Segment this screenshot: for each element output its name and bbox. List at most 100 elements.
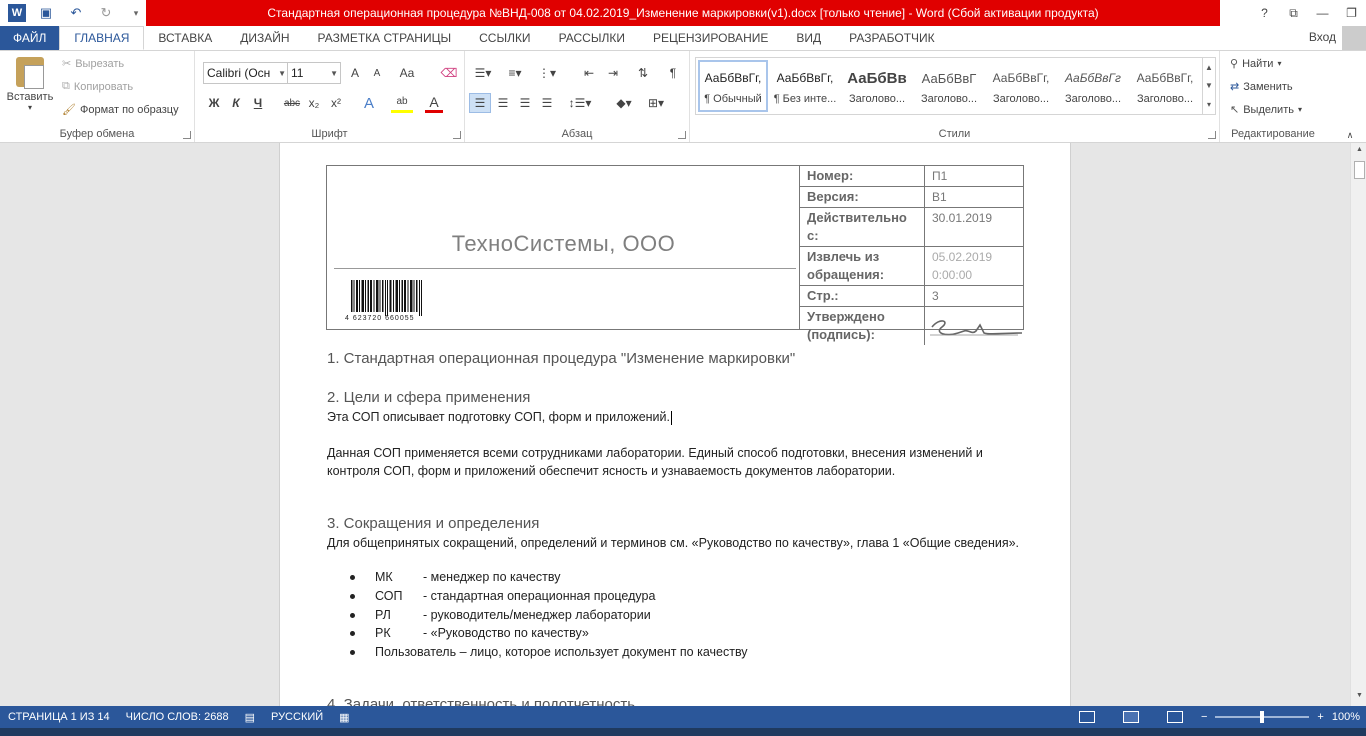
tab-mailings[interactable]: РАССЫЛКИ — [545, 26, 639, 50]
replace-button[interactable]: ⇄ Заменить — [1230, 80, 1293, 94]
paragraph-2[interactable]: Данная СОП применяется всеми сотрудникам… — [327, 444, 1027, 480]
font-name-combo[interactable]: Calibri (Осн ▼ — [203, 62, 289, 84]
style-heading-2[interactable]: АаБбВвГ Заголово... — [914, 60, 984, 112]
paste-button[interactable]: Вставить ▾ — [5, 57, 55, 112]
list-item[interactable]: РК - «Руководство по качеству» — [350, 626, 589, 640]
subscript-button[interactable]: x₂ — [305, 93, 323, 113]
font-launcher-icon[interactable] — [453, 131, 461, 139]
increase-indent-icon[interactable]: ⇥ — [603, 63, 623, 83]
find-button[interactable]: ⚲ Найти ▾ — [1230, 57, 1281, 71]
clipboard-launcher-icon[interactable] — [183, 131, 191, 139]
redo-icon[interactable]: ↻ — [96, 3, 116, 23]
zoom-out-icon[interactable]: − — [1201, 711, 1207, 723]
tab-developer[interactable]: РАЗРАБОТЧИК — [835, 26, 949, 50]
tab-view[interactable]: ВИД — [782, 26, 835, 50]
underline-button[interactable]: Ч — [249, 93, 267, 113]
paragraph-1[interactable]: Эта СОП описывает подготовку СОП, форм и… — [327, 408, 1027, 426]
scroll-thumb[interactable] — [1354, 161, 1365, 179]
styles-scroll[interactable]: ▲ ▼ ▾ — [1203, 57, 1216, 115]
borders-icon[interactable]: ⊞▾ — [643, 93, 669, 113]
macro-icon[interactable]: ▦ — [331, 711, 357, 724]
superscript-button[interactable]: x² — [327, 93, 345, 113]
font-size-combo[interactable]: 11 ▼ — [287, 62, 341, 84]
proofing-icon[interactable]: ▤ — [237, 711, 263, 724]
decrease-indent-icon[interactable]: ⇤ — [579, 63, 599, 83]
web-layout-icon[interactable] — [1166, 711, 1183, 723]
scroll-down-icon[interactable]: ▼ — [1354, 692, 1365, 703]
select-button[interactable]: ↖ Выделить ▾ — [1230, 103, 1302, 117]
zoom-level[interactable]: 100% — [1332, 711, 1360, 723]
show-marks-icon[interactable]: ¶ — [663, 63, 683, 83]
list-item[interactable]: РЛ - руководитель/менеджер лаборатории — [350, 608, 651, 622]
paragraph-launcher-icon[interactable] — [678, 131, 686, 139]
word-count[interactable]: ЧИСЛО СЛОВ: 2688 — [118, 711, 237, 723]
numbering-icon[interactable]: ≡▾ — [503, 63, 527, 83]
strikethrough-button[interactable]: abc — [281, 93, 303, 113]
justify-icon[interactable]: ☰ — [537, 93, 557, 113]
undo-icon[interactable]: ↶ — [66, 3, 86, 23]
print-layout-icon[interactable] — [1122, 711, 1139, 723]
style-normal[interactable]: АаБбВвГг, ¶ Обычный — [698, 60, 768, 112]
grow-font-button[interactable]: A — [345, 63, 365, 83]
text-effects-button[interactable]: A — [359, 93, 379, 113]
shrink-font-button[interactable]: A — [367, 63, 387, 83]
copy-button[interactable]: ⧉ Копировать — [62, 80, 133, 93]
align-right-icon[interactable]: ☰ — [515, 93, 535, 113]
minimize-button[interactable]: — — [1308, 0, 1337, 26]
bullets-icon[interactable]: ☰▾ — [471, 63, 495, 83]
sign-in-link[interactable]: Вход — [1309, 30, 1336, 44]
tab-references[interactable]: ССЫЛКИ — [465, 26, 544, 50]
list-item[interactable]: МК - менеджер по качеству — [350, 570, 560, 584]
align-center-icon[interactable]: ☰ — [493, 93, 513, 113]
page-count[interactable]: СТРАНИЦА 1 ИЗ 14 — [0, 711, 118, 723]
tab-layout[interactable]: РАЗМЕТКА СТРАНИЦЫ — [304, 26, 466, 50]
avatar[interactable] — [1342, 26, 1366, 50]
styles-gallery: АаБбВвГг, ¶ Обычный АаБбВвГг, ¶ Без инте..… — [695, 57, 1203, 115]
ribbon-display-button[interactable]: ⧉ — [1279, 0, 1308, 26]
multilevel-list-icon[interactable]: ⋮▾ — [535, 63, 559, 83]
more-styles-icon[interactable]: ▾ — [1207, 100, 1211, 109]
list-item[interactable]: Пользователь – лицо, которое использует … — [350, 645, 748, 659]
zoom-slider[interactable] — [1215, 711, 1310, 723]
style-heading-3[interactable]: АаБбВвГг, Заголово... — [986, 60, 1056, 112]
language[interactable]: РУССКИЙ — [263, 711, 331, 723]
chevron-down-icon[interactable]: ▼ — [1205, 81, 1213, 90]
vertical-scrollbar[interactable]: ▲ ▼ — [1350, 143, 1366, 706]
read-mode-icon[interactable] — [1078, 711, 1095, 723]
customize-qat-icon[interactable]: ▾ — [126, 3, 146, 23]
align-left-icon[interactable]: ☰ — [469, 93, 491, 113]
document-page[interactable]: ТехноСистемы, ООО 4 623720 660055 Номер:… — [279, 143, 1071, 706]
tab-home[interactable]: ГЛАВНАЯ — [59, 26, 145, 50]
tab-insert[interactable]: ВСТАВКА — [144, 26, 226, 50]
highlight-button[interactable]: ab — [391, 93, 413, 113]
style-heading-1[interactable]: АаБбВв Заголово... — [842, 60, 912, 112]
tab-file[interactable]: ФАЙЛ — [0, 26, 60, 50]
clear-formatting-icon[interactable]: ⌫ — [439, 63, 459, 83]
help-button[interactable]: ? — [1250, 0, 1279, 26]
style-no-spacing[interactable]: АаБбВвГг, ¶ Без инте... — [770, 60, 840, 112]
change-case-button[interactable]: Aa — [395, 63, 419, 83]
chevron-up-icon[interactable]: ▲ — [1205, 63, 1213, 72]
scroll-up-icon[interactable]: ▲ — [1354, 146, 1365, 157]
word-logo-icon[interactable]: W — [8, 4, 26, 22]
bold-button[interactable]: Ж — [205, 93, 223, 113]
format-painter-button[interactable]: 🖌 Формат по образцу — [62, 103, 179, 117]
italic-button[interactable]: К — [227, 93, 245, 113]
zoom-slider-thumb[interactable] — [1260, 711, 1265, 723]
style-heading-4[interactable]: АаБбВвГг Заголово... — [1058, 60, 1128, 112]
styles-launcher-icon[interactable] — [1208, 131, 1216, 139]
list-item[interactable]: СОП - стандартная операционная процедура — [350, 589, 655, 603]
line-spacing-icon[interactable]: ↕☰▾ — [565, 93, 595, 113]
paragraph-3[interactable]: Для общепринятых сокращений, определений… — [327, 534, 1027, 552]
shading-icon[interactable]: ◆▾ — [611, 93, 637, 113]
sort-icon[interactable]: ⇅ — [633, 63, 653, 83]
tab-design[interactable]: ДИЗАЙН — [226, 26, 303, 50]
save-icon[interactable]: ▣ — [36, 3, 56, 23]
tab-review[interactable]: РЕЦЕНЗИРОВАНИЕ — [639, 26, 782, 50]
font-color-button[interactable]: A — [425, 93, 443, 113]
collapse-ribbon-icon[interactable]: ∧ — [1340, 125, 1360, 145]
maximize-button[interactable]: ❐ — [1337, 0, 1366, 26]
zoom-in-icon[interactable]: + — [1317, 711, 1323, 723]
cut-button[interactable]: ✂ Вырезать — [62, 57, 124, 71]
style-heading-5[interactable]: АаБбВвГг, Заголово... — [1130, 60, 1200, 112]
